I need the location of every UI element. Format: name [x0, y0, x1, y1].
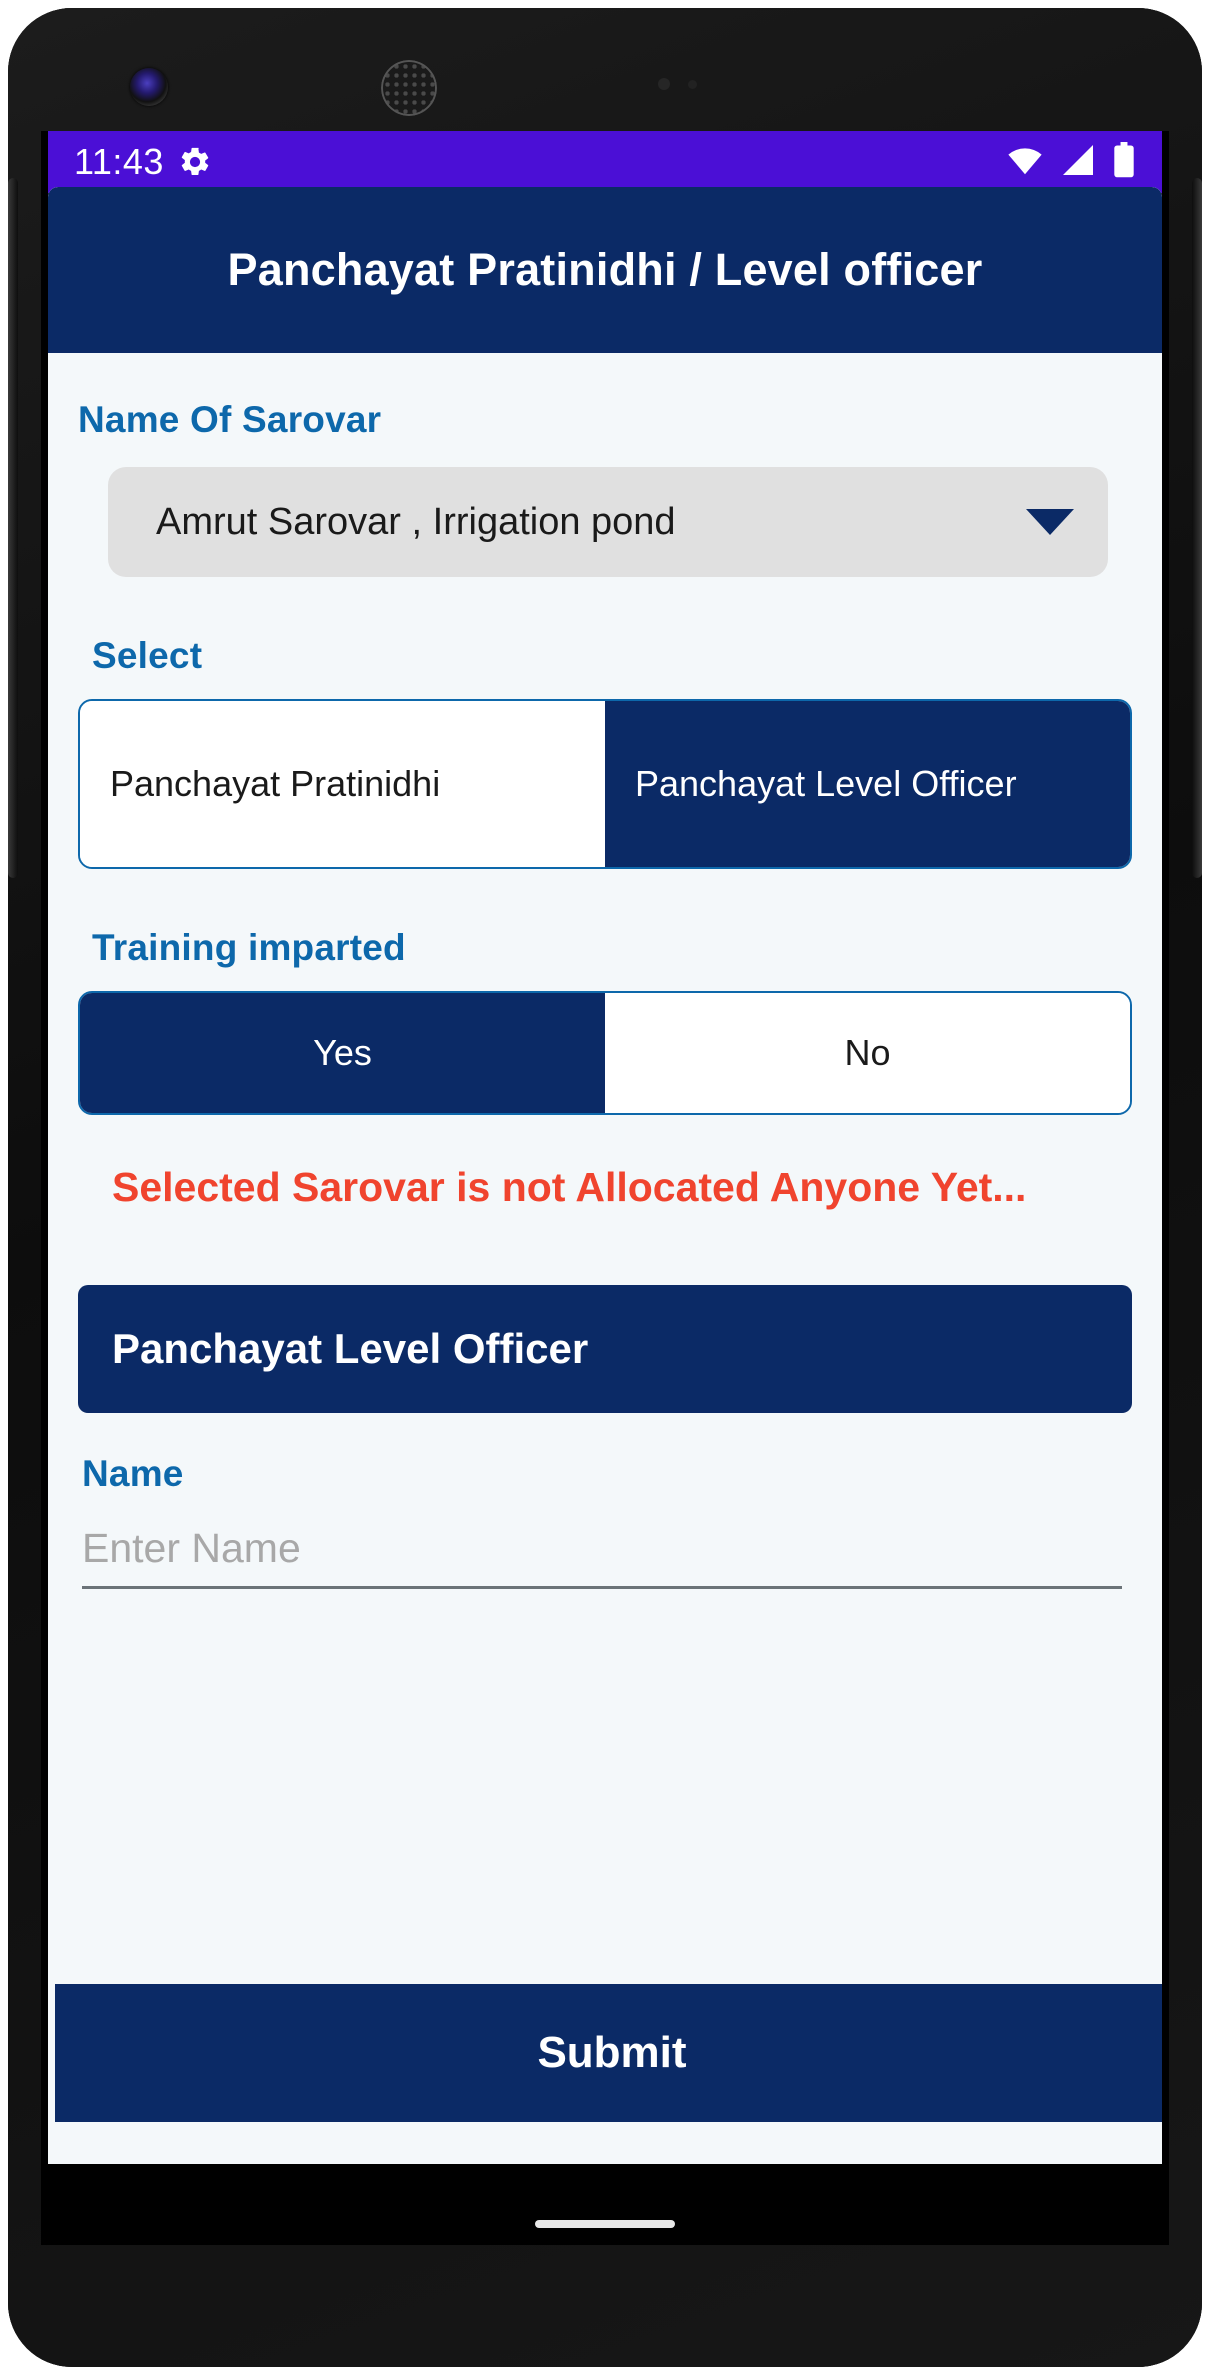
- name-input[interactable]: [82, 1525, 1122, 1573]
- earpiece-speaker-icon: [381, 60, 437, 116]
- training-field-block: Training imparted Yes No: [78, 927, 1132, 1115]
- phone-device-frame: 11:43 Panchayat Pratinidhi / Level offic…: [8, 8, 1202, 2367]
- name-label: Name: [82, 1453, 184, 1495]
- status-bar-clock: 11:43: [74, 141, 164, 182]
- cellular-signal-icon: [1060, 144, 1096, 180]
- front-camera-icon: [130, 68, 168, 106]
- select-field-block: Select Panchayat Pratinidhi Panchayat Le…: [78, 635, 1132, 869]
- submit-button[interactable]: Submit: [55, 1984, 1162, 2122]
- sarovar-selected-value: Amrut Sarovar , Irrigation pond: [156, 500, 676, 543]
- wifi-icon: [1006, 145, 1044, 180]
- training-option-label: No: [844, 1032, 891, 1074]
- ambient-light-sensor-icon: [688, 80, 697, 89]
- select-option-label: Panchayat Pratinidhi: [110, 763, 441, 805]
- select-option-panchayat-level-officer[interactable]: Panchayat Level Officer: [605, 701, 1130, 867]
- training-option-label: Yes: [313, 1032, 372, 1074]
- phone-left-edge: [8, 178, 18, 878]
- sarovar-label: Name Of Sarovar: [78, 399, 382, 440]
- name-input-wrapper: [82, 1525, 1122, 1590]
- status-bar: 11:43: [48, 131, 1162, 193]
- select-label: Select: [92, 635, 203, 676]
- proximity-sensor-icon: [658, 78, 670, 90]
- form-body: Name Of Sarovar Amrut Sarovar , Irrigati…: [48, 353, 1162, 1590]
- sarovar-field-block: Name Of Sarovar Amrut Sarovar , Irrigati…: [78, 399, 1132, 577]
- gear-icon[interactable]: [178, 145, 212, 179]
- app-content-surface: Panchayat Pratinidhi / Level officer Nam…: [48, 187, 1162, 2164]
- training-label: Training imparted: [92, 927, 406, 968]
- training-option-no[interactable]: No: [605, 993, 1130, 1113]
- status-bar-icons: [1006, 141, 1136, 183]
- officer-section-title: Panchayat Level Officer: [112, 1325, 589, 1373]
- phone-screen: 11:43 Panchayat Pratinidhi / Level offic…: [41, 131, 1169, 2245]
- select-option-panchayat-pratinidhi[interactable]: Panchayat Pratinidhi: [80, 701, 605, 867]
- sarovar-dropdown[interactable]: Amrut Sarovar , Irrigation pond: [108, 467, 1108, 577]
- select-segmented-control: Panchayat Pratinidhi Panchayat Level Off…: [78, 699, 1132, 869]
- battery-icon: [1112, 141, 1136, 183]
- system-navigation-bar: [41, 2203, 1169, 2245]
- name-field-block: Name: [78, 1453, 1132, 1590]
- officer-section-banner: Panchayat Level Officer: [78, 1285, 1132, 1414]
- app-bar: Panchayat Pratinidhi / Level officer: [48, 187, 1162, 353]
- allocation-warning-message: Selected Sarovar is not Allocated Anyone…: [112, 1164, 1027, 1210]
- training-option-yes[interactable]: Yes: [80, 993, 605, 1113]
- training-segmented-control: Yes No: [78, 991, 1132, 1115]
- chevron-down-icon: [1026, 509, 1074, 535]
- gesture-home-pill[interactable]: [535, 2220, 675, 2228]
- page-title: Panchayat Pratinidhi / Level officer: [227, 244, 983, 296]
- select-option-label: Panchayat Level Officer: [635, 763, 1017, 805]
- phone-right-edge: [1192, 178, 1202, 878]
